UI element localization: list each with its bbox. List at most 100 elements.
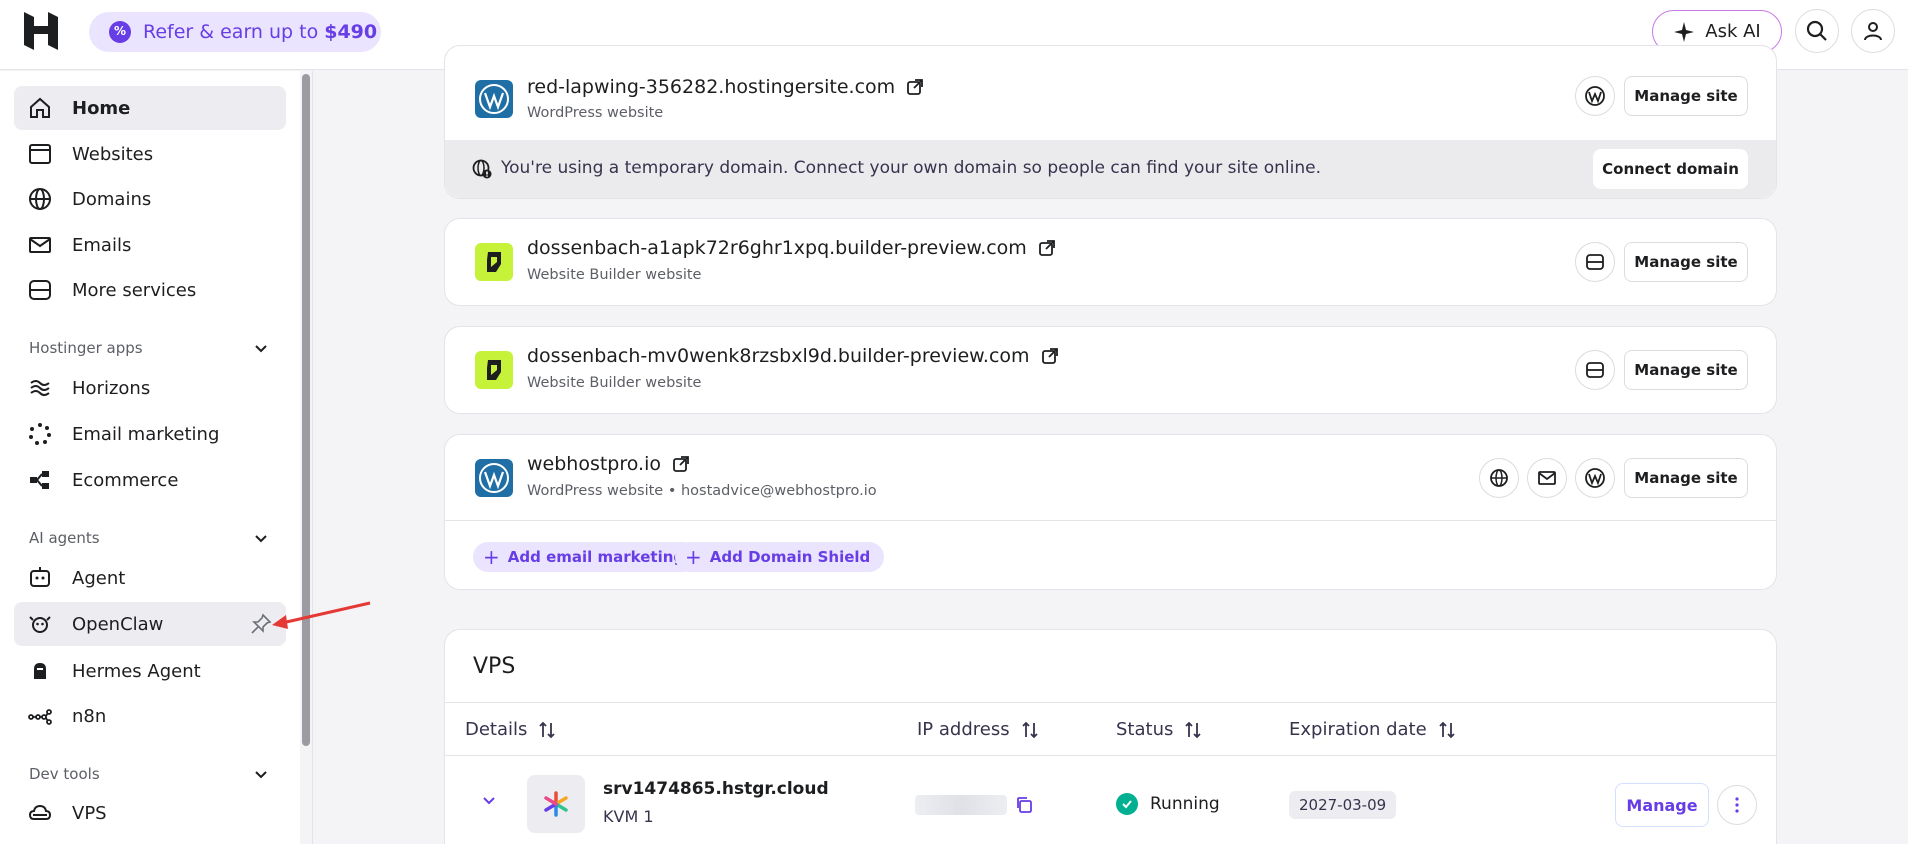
vps-icon <box>28 804 52 820</box>
sidebar-item-websites[interactable]: Websites <box>14 132 286 176</box>
wordpress-admin-button[interactable] <box>1575 76 1615 116</box>
vps-plan: KVM 1 <box>603 807 654 826</box>
sidebar-item-label: Home <box>72 97 131 119</box>
wordpress-logo-icon <box>475 459 513 497</box>
site-card: dossenbach-a1apk72r6ghr1xpq.builder-prev… <box>444 218 1777 306</box>
sidebar-item-more-services[interactable]: More services <box>14 268 286 312</box>
external-link-icon[interactable] <box>1041 348 1058 364</box>
site-card: red-lapwing-356282.hostingersite.com Wor… <box>444 45 1777 199</box>
sidebar-item-openclaw[interactable]: OpenClaw <box>14 602 286 646</box>
notice-text: You're using a temporary domain. Connect… <box>501 158 1321 178</box>
chevron-down-icon[interactable] <box>252 529 270 547</box>
sidebar: Home Websites Domains Emails More servic… <box>0 71 300 844</box>
expiration-date-badge: 2027-03-09 <box>1289 791 1397 819</box>
refer-badge-icon <box>109 21 131 43</box>
column-label: Expiration date <box>1289 719 1427 740</box>
sidebar-scrollbar-thumb[interactable] <box>302 74 310 746</box>
sidebar-item-horizons[interactable]: Horizons <box>14 366 286 410</box>
column-status[interactable]: Status <box>1116 719 1203 740</box>
status-label: Running <box>1150 794 1220 814</box>
hostinger-logo[interactable] <box>24 12 58 50</box>
section-dev-tools: Dev tools <box>29 765 100 783</box>
pill-label: Add Domain Shield <box>709 548 871 566</box>
manage-site-button[interactable]: Manage site <box>1624 458 1748 498</box>
column-expiration-date[interactable]: Expiration date <box>1289 719 1457 740</box>
copy-icon[interactable] <box>1015 796 1033 814</box>
wordpress-icon <box>1585 86 1605 106</box>
manage-vps-button[interactable]: Manage <box>1615 783 1709 827</box>
sidebar-item-email-marketing[interactable]: Email marketing <box>14 412 286 456</box>
plus-icon: + <box>685 545 702 569</box>
n8n-icon <box>28 709 52 725</box>
site-domain-text[interactable]: dossenbach-a1apk72r6ghr1xpq.builder-prev… <box>527 237 1027 259</box>
wordpress-admin-button[interactable] <box>1575 458 1615 498</box>
site-domain-text[interactable]: dossenbach-mv0wenk8rzsbxl9d.builder-prev… <box>527 345 1030 367</box>
sidebar-item-hermes-agent[interactable]: Hermes Agent <box>14 649 286 693</box>
sidebar-item-vps[interactable]: VPS <box>14 791 286 835</box>
manage-site-button[interactable]: Manage site <box>1624 76 1748 116</box>
site-row: dossenbach-mv0wenk8rzsbxl9d.builder-prev… <box>445 327 1776 413</box>
site-card: webhostpro.io WordPress website • hostad… <box>444 434 1777 590</box>
vps-status: Running <box>1116 793 1220 815</box>
builder-edit-button[interactable] <box>1575 350 1615 390</box>
openclaw-icon <box>29 616 51 633</box>
sidebar-item-home[interactable]: Home <box>14 86 286 130</box>
column-details[interactable]: Details <box>465 719 557 740</box>
refer-earn-banner[interactable]: Refer & earn up to$490 <box>89 12 381 52</box>
manage-site-button[interactable]: Manage site <box>1624 350 1748 390</box>
builder-edit-button[interactable] <box>1575 242 1615 282</box>
site-name[interactable]: dossenbach-mv0wenk8rzsbxl9d.builder-prev… <box>527 345 1058 367</box>
sidebar-item-agent[interactable]: Agent <box>14 556 286 600</box>
site-name[interactable]: webhostpro.io <box>527 453 689 475</box>
section-hostinger-apps: Hostinger apps <box>29 339 143 357</box>
sidebar-item-ecommerce[interactable]: Ecommerce <box>14 458 286 502</box>
mail-icon <box>1538 471 1556 485</box>
site-name[interactable]: red-lapwing-356282.hostingersite.com <box>527 76 924 98</box>
sidebar-item-label: Hermes Agent <box>72 660 201 682</box>
vps-hostname[interactable]: srv1474865.hstgr.cloud <box>603 779 829 799</box>
site-type: Website Builder website <box>527 267 702 283</box>
site-name[interactable]: dossenbach-a1apk72r6ghr1xpq.builder-prev… <box>527 237 1055 259</box>
ask-ai-label: Ask AI <box>1705 21 1761 42</box>
user-icon <box>1864 22 1882 41</box>
manage-site-button[interactable]: Manage site <box>1624 242 1748 282</box>
home-icon <box>30 97 50 118</box>
server-icon <box>1586 254 1604 270</box>
search-button[interactable] <box>1795 9 1839 53</box>
email-button[interactable] <box>1527 458 1567 498</box>
chevron-down-icon[interactable] <box>252 339 270 357</box>
external-link-icon[interactable] <box>907 79 924 95</box>
sidebar-item-emails[interactable]: Emails <box>14 223 286 267</box>
website-builder-logo-icon <box>475 351 513 389</box>
more-options-button[interactable] <box>1717 785 1757 825</box>
chevron-down-icon[interactable] <box>480 791 498 809</box>
sort-icon <box>539 721 556 738</box>
account-button[interactable] <box>1851 9 1895 53</box>
site-domain-text[interactable]: red-lapwing-356282.hostingersite.com <box>527 76 895 98</box>
kebab-menu-icon <box>1735 797 1739 813</box>
external-link-icon[interactable] <box>673 456 689 472</box>
wordpress-logo-icon <box>475 80 513 118</box>
chevron-down-icon[interactable] <box>252 765 270 783</box>
sidebar-item-label: OpenClaw <box>72 613 164 635</box>
sidebar-item-label: Ecommerce <box>72 469 179 491</box>
add-email-marketing-button[interactable]: + Add email marketing <box>473 542 699 572</box>
site-domain-text[interactable]: webhostpro.io <box>527 453 661 475</box>
section-ai-agents: AI agents <box>29 529 100 547</box>
ask-ai-icon <box>1674 21 1695 42</box>
sidebar-item-n8n[interactable]: n8n <box>14 694 286 738</box>
refer-text: Refer & earn up to $490 <box>143 21 378 43</box>
vps-card: VPS Details IP address Status Expiration… <box>444 629 1777 844</box>
connect-domain-button[interactable]: Connect domain <box>1593 149 1748 189</box>
site-card: dossenbach-mv0wenk8rzsbxl9d.builder-prev… <box>444 326 1777 414</box>
external-link-icon[interactable] <box>1038 240 1055 256</box>
globe-icon <box>29 188 51 210</box>
mail-icon <box>29 237 51 253</box>
domain-button[interactable] <box>1479 458 1519 498</box>
sidebar-item-label: Domains <box>72 188 152 210</box>
sidebar-item-label: Agent <box>72 567 126 589</box>
add-domain-shield-button[interactable]: + Add Domain Shield <box>675 542 885 572</box>
sidebar-item-domains[interactable]: Domains <box>14 177 286 221</box>
vps-section-title: VPS <box>473 654 516 679</box>
column-ip-address[interactable]: IP address <box>917 719 1040 740</box>
